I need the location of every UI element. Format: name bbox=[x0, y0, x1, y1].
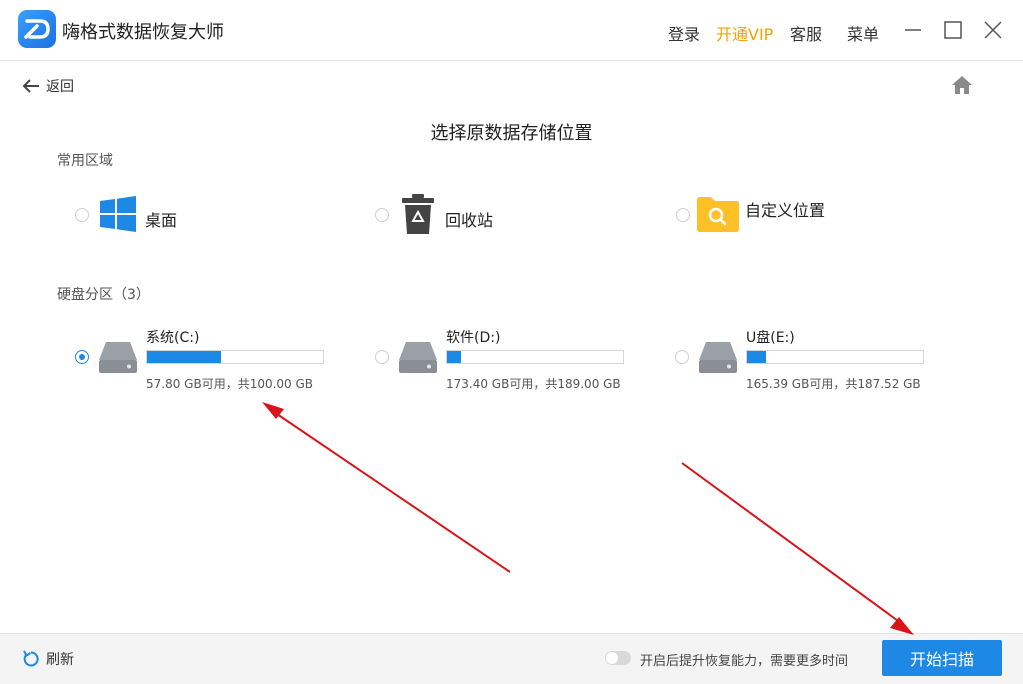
vip-link[interactable]: 开通VIP bbox=[716, 21, 773, 45]
login-link[interactable]: 登录 bbox=[668, 21, 700, 45]
custom-location-radio[interactable] bbox=[676, 208, 690, 222]
drive-name[interactable]: 系统(C:) bbox=[146, 327, 199, 347]
enhance-recovery-toggle[interactable] bbox=[605, 651, 631, 665]
windows-icon bbox=[100, 196, 136, 232]
drive-usage-bar bbox=[446, 350, 624, 364]
drive-usage-fill bbox=[147, 351, 221, 363]
drive-usage-bar bbox=[146, 350, 324, 364]
minimize-icon[interactable] bbox=[901, 18, 925, 42]
recycle-bin-icon bbox=[400, 193, 436, 235]
drive-radio[interactable] bbox=[75, 350, 89, 364]
toggle-knob bbox=[606, 652, 618, 664]
recycle-bin-radio[interactable] bbox=[375, 208, 389, 222]
start-scan-button[interactable]: 开始扫描 bbox=[882, 640, 1002, 676]
drive-space-info: 173.40 GB可用，共189.00 GB bbox=[446, 377, 621, 391]
partitions-label: 硬盘分区（3） bbox=[57, 287, 150, 303]
drive-name[interactable]: 软件(D:) bbox=[446, 327, 500, 347]
annotation-arrow-scan bbox=[681, 462, 906, 627]
drive-usage-fill bbox=[747, 351, 767, 363]
drive-space-info: 165.39 GB可用，共187.52 GB bbox=[746, 377, 921, 391]
refresh-button[interactable]: 刷新 bbox=[22, 649, 74, 669]
enhance-recovery-label: 开启后提升恢复能力，需要更多时间 bbox=[640, 654, 849, 669]
drive-radio[interactable] bbox=[675, 350, 689, 364]
customer-service-link[interactable]: 客服 bbox=[790, 21, 822, 45]
maximize-icon[interactable] bbox=[941, 18, 965, 42]
home-icon[interactable] bbox=[950, 73, 974, 97]
drive-name[interactable]: U盘(E:) bbox=[746, 327, 795, 347]
drive-usage-fill bbox=[447, 351, 462, 363]
annotation-arrowhead-drive bbox=[262, 402, 284, 419]
menu-link[interactable]: 菜单 bbox=[847, 21, 879, 45]
back-label: 返回 bbox=[46, 79, 74, 95]
page-title: 选择原数据存储位置 bbox=[430, 123, 593, 144]
refresh-label: 刷新 bbox=[46, 652, 74, 668]
close-icon[interactable] bbox=[981, 18, 1005, 42]
recycle-bin-label[interactable]: 回收站 bbox=[445, 207, 493, 231]
back-arrow-icon bbox=[22, 79, 39, 93]
drive-space-info: 57.80 GB可用，共100.00 GB bbox=[146, 377, 314, 391]
app-title: 嗨格式数据恢复大师 bbox=[62, 22, 224, 43]
app-logo-icon bbox=[18, 10, 56, 48]
footer-bar bbox=[0, 633, 1023, 684]
custom-location-label[interactable]: 自定义位置 bbox=[745, 197, 825, 221]
desktop-label[interactable]: 桌面 bbox=[145, 207, 177, 231]
annotation-arrow-drive bbox=[273, 411, 511, 573]
drive-usage-bar bbox=[746, 350, 924, 364]
drive-radio[interactable] bbox=[375, 350, 389, 364]
refresh-icon bbox=[23, 650, 39, 667]
hard-drive-icon bbox=[698, 340, 738, 374]
hard-drive-icon bbox=[98, 340, 138, 374]
desktop-radio[interactable] bbox=[75, 208, 89, 222]
folder-search-icon bbox=[697, 196, 739, 232]
back-button[interactable]: 返回 bbox=[22, 76, 74, 96]
hard-drive-icon bbox=[398, 340, 438, 374]
common-area-label: 常用区域 bbox=[57, 153, 113, 169]
